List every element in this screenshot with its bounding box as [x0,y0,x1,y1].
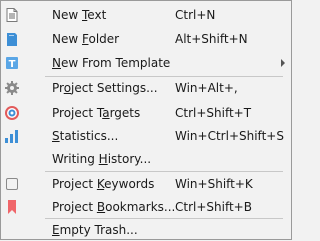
menu-item-shortcut: Win+Shift+K [175,177,253,191]
menu-item-new-text[interactable]: New Text Ctrl+N [1,4,291,26]
menu-item-label: Statistics... [52,129,119,143]
project-context-menu: New Text Ctrl+N New Folder Alt+Shift+N T… [0,0,292,240]
menu-item-shortcut: Win+Ctrl+Shift+S [175,129,284,143]
keyword-icon [4,176,20,192]
menu-item-empty-trash[interactable]: Empty Trash... [1,219,291,241]
submenu-arrow-icon [281,59,285,67]
menu-item-label: Writing History... [52,152,152,166]
menu-item-writing-history[interactable]: Writing History... [1,148,291,170]
menu-item-project-targets[interactable]: Project Targets Ctrl+Shift+T [1,102,291,124]
folder-icon [4,31,20,47]
menu-item-new-from-template[interactable]: T New From Template [1,52,291,74]
menu-item-label: Project Keywords [52,177,155,191]
menu-item-shortcut: Ctrl+Shift+T [175,106,252,120]
menu-item-label: New Folder [52,32,120,46]
gear-icon [4,80,20,96]
text-document-icon [4,7,20,23]
template-icon: T [4,55,20,71]
svg-text:T: T [9,59,16,70]
menu-item-label: Project Targets [52,106,141,120]
menu-item-shortcut: Ctrl+N [175,8,216,22]
menu-item-shortcut: Win+Alt+, [175,81,238,95]
menu-item-label: New Text [52,8,107,22]
menu-item-project-keywords[interactable]: Project Keywords Win+Shift+K [1,173,291,195]
menu-item-label: Project Bookmarks... [52,200,176,214]
menu-item-project-settings[interactable]: Project Settings... Win+Alt+, [1,77,291,99]
menu-item-label: Project Settings... [52,81,158,95]
target-icon [4,105,20,121]
menu-item-shortcut: Ctrl+Shift+B [175,200,252,214]
menu-item-project-bookmarks[interactable]: Project Bookmarks... Ctrl+Shift+B [1,196,291,218]
menu-item-label: Empty Trash... [52,223,138,237]
bar-chart-icon [4,128,20,144]
bookmark-icon [4,199,20,215]
menu-item-new-folder[interactable]: New Folder Alt+Shift+N [1,28,291,50]
menu-separator [45,171,283,172]
menu-item-label: New From Template [52,56,171,70]
menu-item-shortcut: Alt+Shift+N [175,32,248,46]
menu-item-statistics[interactable]: Statistics... Win+Ctrl+Shift+S [1,125,291,147]
